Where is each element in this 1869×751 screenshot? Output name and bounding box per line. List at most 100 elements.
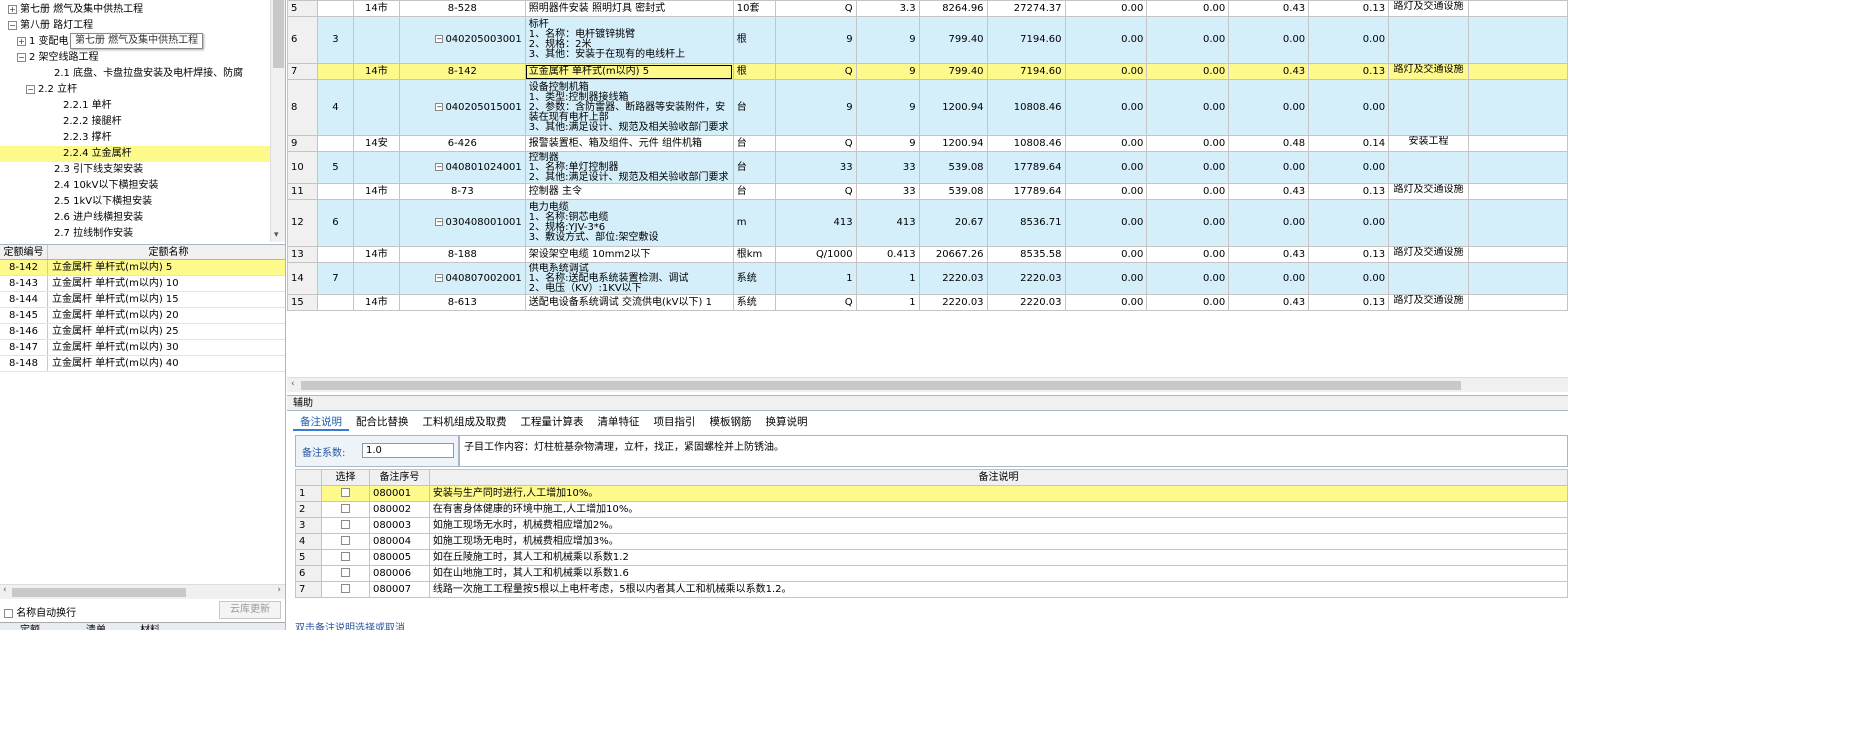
cell-c3[interactable]: 0.43 (1228, 294, 1310, 311)
cell-expr[interactable]: 1 (774, 262, 857, 295)
grid-row[interactable]: 10 5−040801024001 控制器 1、名称:单灯控制器 2、其他:满足设计… (287, 151, 1568, 184)
cell-unit[interactable]: 系统 (732, 262, 776, 295)
cell-seq[interactable]: 7 (316, 262, 354, 295)
cloud-update-button[interactable]: 云库更新 (219, 601, 281, 619)
tree-item[interactable]: 2.2.3 撑杆 (0, 130, 270, 146)
cell-qty[interactable]: 9 (855, 63, 920, 80)
grid-row[interactable]: 12 6−030408001001 电力电缆 1、名称:铜芯电缆 2、规格:YJV-… (287, 199, 1568, 247)
cell-cat[interactable] (1388, 79, 1470, 136)
cell-price[interactable]: 20.67 (918, 199, 988, 247)
cell-code[interactable]: 8-142 (398, 63, 526, 80)
cell-c4[interactable]: 0.00 (1308, 79, 1390, 136)
aux-tab[interactable]: 工料机组成及取费 (416, 413, 514, 431)
cell-code[interactable]: −040205015001 (398, 79, 526, 136)
cell-expr[interactable]: Q/1000 (774, 246, 857, 263)
cell-qty[interactable]: 9 (855, 16, 920, 64)
cell-total[interactable]: 10808.46 (986, 79, 1066, 136)
scroll-right-icon[interactable]: › (277, 585, 281, 595)
cell-unit[interactable]: 台 (732, 79, 776, 136)
cell-c2[interactable]: 0.00 (1146, 262, 1230, 295)
cell-c3[interactable]: 0.00 (1228, 151, 1310, 184)
cell-c2[interactable]: 0.00 (1146, 294, 1230, 311)
note-checkbox[interactable] (340, 552, 350, 561)
scroll-left-icon[interactable]: ‹ (291, 379, 295, 389)
cell-total[interactable]: 8535.58 (986, 246, 1066, 263)
cell-c1[interactable]: 0.00 (1064, 199, 1148, 247)
aux-tab[interactable]: 换算说明 (759, 413, 815, 431)
cell-c2[interactable]: 0.00 (1146, 199, 1230, 247)
aux-tab[interactable]: 备注说明 (293, 413, 349, 431)
note-row[interactable]: 3 080003 如施工现场无水时，机械费相应增加2%。 (295, 517, 1569, 534)
cell-c4[interactable]: 0.00 (1308, 262, 1390, 295)
collapse-icon[interactable]: − (435, 102, 444, 111)
collapse-icon[interactable]: − (17, 53, 26, 62)
cell-price[interactable]: 799.40 (918, 16, 988, 64)
cell-unit[interactable]: 台 (732, 151, 776, 184)
cell-type[interactable]: 14安 (352, 135, 400, 152)
cell-expr[interactable]: Q (774, 183, 857, 200)
note-checkbox[interactable] (340, 568, 350, 577)
cell-c2[interactable]: 0.00 (1146, 63, 1230, 80)
grid-row[interactable]: 9 14安 6-426 报警装置柜、箱及组件、元件 组件机箱台 Q 9 1200.94 108… (287, 135, 1568, 152)
note-checkbox[interactable] (340, 504, 350, 513)
cell-c3[interactable]: 0.00 (1228, 262, 1310, 295)
cell-expr[interactable]: 9 (774, 79, 857, 136)
auto-wrap-checkbox[interactable]: 名称自动换行 (4, 604, 76, 619)
grid-row[interactable]: 11 14市 8-73 控制器 主令台 Q 33 539.08 17789.64 0.00 0.0… (287, 183, 1568, 200)
cell-unit[interactable]: 根 (732, 63, 776, 80)
cell-expr[interactable]: Q (774, 0, 857, 17)
cell-cat[interactable]: 路灯及交通设施 (1388, 63, 1470, 80)
cell-seq[interactable] (316, 246, 354, 263)
cell-cat[interactable]: 路灯及交通设施 (1388, 183, 1470, 200)
aux-tab[interactable]: 工程量计算表 (514, 413, 591, 431)
cell-type[interactable]: 14市 (352, 246, 400, 263)
cell-total[interactable]: 8536.71 (986, 199, 1066, 247)
cell-cat[interactable] (1388, 262, 1470, 295)
cell-name[interactable]: 送配电设备系统调试 交流供电(kV以下) 1 (524, 294, 734, 311)
cell-c3[interactable]: 0.43 (1228, 246, 1310, 263)
cell-type[interactable] (352, 151, 400, 184)
cell-expr[interactable]: 413 (774, 199, 857, 247)
cell-c3[interactable]: 0.00 (1228, 16, 1310, 64)
cell-type[interactable] (352, 199, 400, 247)
note-select-cell[interactable] (320, 501, 370, 518)
cell-c4[interactable]: 0.13 (1308, 294, 1390, 311)
cell-c2[interactable]: 0.00 (1146, 151, 1230, 184)
cell-seq[interactable] (316, 135, 354, 152)
tree-scroll-thumb[interactable] (273, 0, 284, 68)
cell-seq[interactable] (316, 183, 354, 200)
cell-type[interactable]: 14市 (352, 63, 400, 80)
collapse-icon[interactable]: − (26, 85, 35, 94)
cell-c2[interactable]: 0.00 (1146, 183, 1230, 200)
cell-expr[interactable]: 33 (774, 151, 857, 184)
note-row[interactable]: 1 080001 安装与生产同时进行,人工增加10%。 (295, 485, 1569, 502)
cell-c2[interactable]: 0.00 (1146, 16, 1230, 64)
cell-cat[interactable] (1388, 199, 1470, 247)
tree-item[interactable]: −2.2 立杆 (0, 82, 270, 98)
left-horizontal-scrollbar[interactable]: ‹ › (0, 584, 285, 599)
note-select-cell[interactable] (320, 517, 370, 534)
cell-cat[interactable] (1388, 151, 1470, 184)
scroll-left-icon[interactable]: ‹ (3, 585, 7, 595)
cell-c4[interactable]: 0.00 (1308, 151, 1390, 184)
cell-c1[interactable]: 0.00 (1064, 135, 1148, 152)
tree-item[interactable]: − 第八册 路灯工程 (0, 18, 270, 34)
note-row[interactable]: 6 080006 如在山地施工时，其人工和机械乘以系数1.6 (295, 565, 1569, 582)
cell-price[interactable]: 1200.94 (918, 135, 988, 152)
cell-total[interactable]: 10808.46 (986, 135, 1066, 152)
tree-item[interactable]: 2.4 10kV以下横担安装 (0, 178, 270, 194)
cell-code[interactable]: −040801024001 (398, 151, 526, 184)
note-select-cell[interactable] (320, 565, 370, 582)
cell-unit[interactable]: 根 (732, 16, 776, 64)
cell-c1[interactable]: 0.00 (1064, 262, 1148, 295)
cell-code[interactable]: 8-613 (398, 294, 526, 311)
quota-row[interactable]: 8-145 立金属杆 单杆式(m以内) 20 (0, 308, 285, 324)
cell-price[interactable]: 8264.96 (918, 0, 988, 17)
cell-seq[interactable]: 3 (316, 16, 354, 64)
cell-c3[interactable]: 0.43 (1228, 63, 1310, 80)
cell-name[interactable]: 控制器 主令 (524, 183, 734, 200)
cell-price[interactable]: 539.08 (918, 183, 988, 200)
grid-row[interactable]: 14 7−040807002001 供电系统调试 1、名称:送配电系统装置检测、调试… (287, 262, 1568, 295)
cell-total[interactable]: 2220.03 (986, 294, 1066, 311)
cell-cat[interactable]: 路灯及交通设施 (1388, 246, 1470, 263)
